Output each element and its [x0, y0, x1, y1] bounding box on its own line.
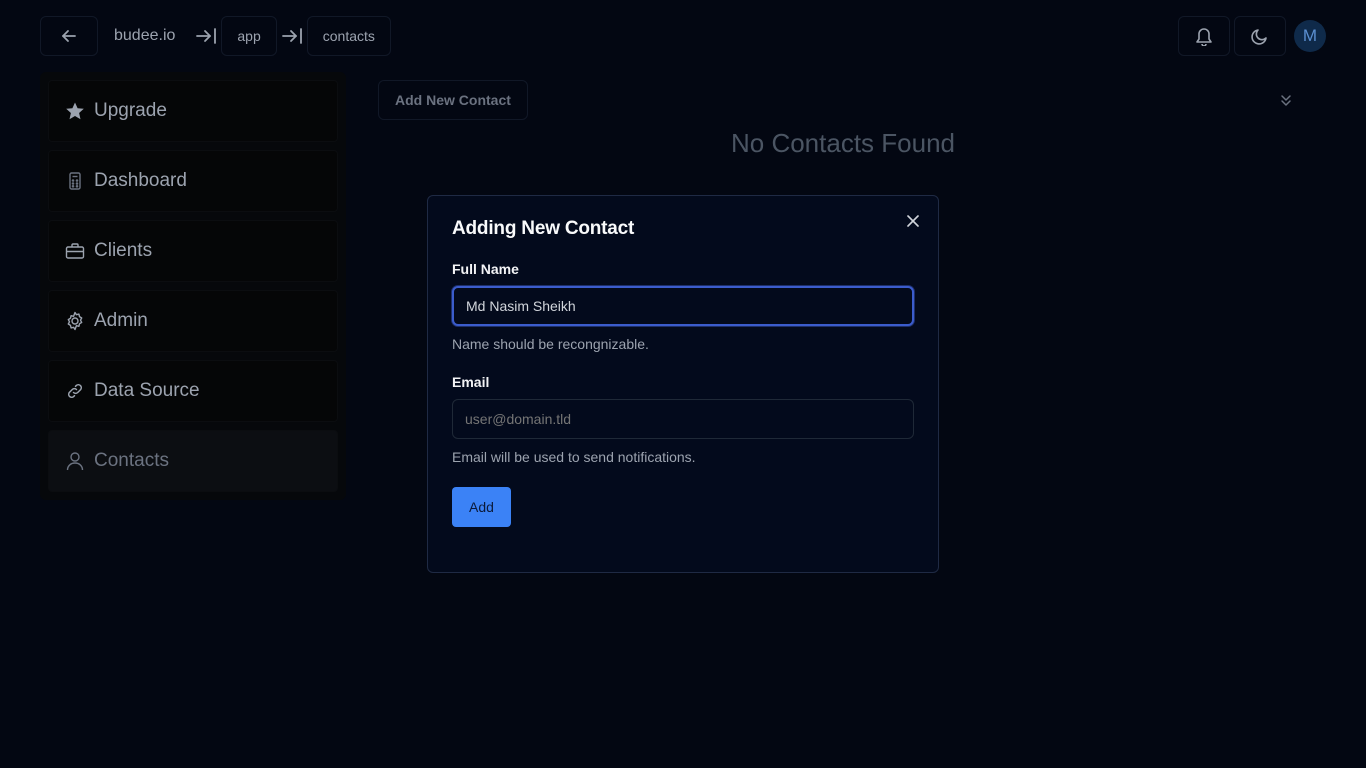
arrow-right-to-line-icon: [277, 27, 307, 45]
full-name-label: Full Name: [452, 261, 519, 277]
close-icon[interactable]: [904, 212, 922, 230]
full-name-help: Name should be recongnizable.: [452, 336, 649, 352]
gear-icon: [65, 311, 85, 331]
dialog-title: Adding New Contact: [452, 218, 635, 239]
breadcrumb: budee.io app contacts: [40, 16, 391, 56]
add-contact-dialog: Adding New Contact Full Name Name should…: [427, 195, 939, 573]
sidebar-item-data-source[interactable]: Data Source: [48, 360, 338, 422]
sidebar: Upgrade Dashboard Clients Admin Data Sou…: [40, 72, 346, 500]
sidebar-item-upgrade[interactable]: Upgrade: [48, 80, 338, 142]
sidebar-item-label: Dashboard: [94, 170, 187, 191]
sidebar-item-label: Upgrade: [94, 100, 167, 121]
notifications-button[interactable]: [1178, 16, 1230, 56]
sidebar-item-clients[interactable]: Clients: [48, 220, 338, 282]
full-name-input[interactable]: [452, 286, 914, 326]
empty-state-message: No Contacts Found: [730, 128, 955, 158]
arrow-right-to-line-icon: [191, 27, 221, 45]
email-label: Email: [452, 374, 490, 390]
breadcrumb-item-contacts[interactable]: contacts: [306, 16, 391, 56]
email-help: Email will be used to send notifications…: [452, 449, 696, 465]
sidebar-item-dashboard[interactable]: Dashboard: [48, 150, 338, 212]
user-icon: [65, 451, 85, 471]
sidebar-item-label: Admin: [94, 310, 148, 331]
avatar[interactable]: M: [1294, 20, 1326, 52]
theme-toggle-button[interactable]: [1234, 16, 1286, 56]
sidebar-item-label: Clients: [94, 240, 153, 261]
email-input[interactable]: [452, 399, 914, 439]
sidebar-item-admin[interactable]: Admin: [48, 290, 338, 352]
breadcrumb-item-app[interactable]: app: [221, 16, 277, 56]
sidebar-item-label: Contacts: [94, 450, 169, 471]
sidebar-item-label: Data Source: [94, 380, 200, 401]
add-button[interactable]: Add: [452, 487, 511, 527]
add-new-contact-button[interactable]: Add New Contact: [378, 80, 528, 120]
link-icon: [65, 381, 85, 401]
breadcrumb-site[interactable]: budee.io: [98, 27, 191, 45]
bell-icon: [1196, 28, 1212, 46]
sidebar-item-contacts[interactable]: Contacts: [48, 430, 338, 492]
arrow-left-icon: [62, 30, 76, 42]
app-page: budee.io app contacts M Upgrade Dashboar…: [0, 0, 1366, 768]
chevrons-down-icon[interactable]: [1276, 90, 1296, 110]
briefcase-icon: [65, 241, 85, 261]
moon-icon: [1251, 29, 1267, 45]
header-actions: M: [1178, 16, 1326, 56]
back-button[interactable]: [40, 16, 98, 56]
calculator-icon: [65, 171, 85, 191]
star-icon: [65, 101, 85, 121]
